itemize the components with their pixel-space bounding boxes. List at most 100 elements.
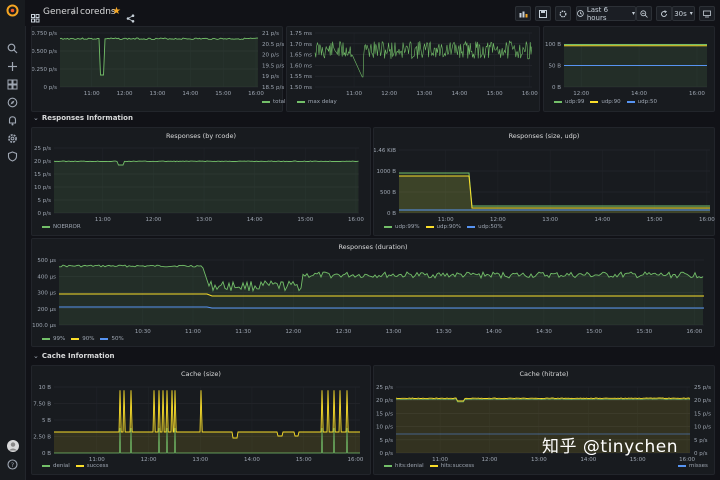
save-dashboard-button[interactable] [535, 6, 551, 21]
y-tick-label: 0 B [552, 85, 561, 91]
x-tick-label: 10:30 [135, 329, 151, 335]
panel-top-mid[interactable]: 1.50 ms 1.55 ms 1.60 ms 1.65 ms 1.70 ms 1.75 … [286, 26, 540, 112]
legend-item-p50[interactable]: 50% [100, 336, 124, 342]
search-icon[interactable] [6, 42, 19, 55]
top-bar: General / coredns ★ Last 6 hours ▾ 30s ▾ [25, 0, 720, 26]
x-tick-label: 12:00 [573, 91, 589, 97]
y-tick-label-right: 10 p/s [694, 425, 711, 431]
legend-item-udp50[interactable]: udp:50 [626, 99, 657, 105]
panel-cache-hitrate[interactable]: Cache (hitrate) 0 p/s 5 p/s 10 p/s 15 p/s 20… [373, 365, 715, 475]
chevron-down-icon: ▾ [689, 10, 693, 17]
y-tick-label: 0 p/s [380, 451, 394, 457]
x-tick-label: 11:30 [235, 329, 251, 335]
star-icon[interactable]: ★ [112, 6, 121, 17]
x-tick-label: 15:00 [647, 217, 663, 223]
plus-icon[interactable] [6, 60, 19, 73]
y-tick-label: 20 p/s [376, 398, 393, 404]
legend-item-max-delay[interactable]: max delay [297, 99, 337, 105]
x-tick-label: 14:00 [594, 217, 610, 223]
settings-button[interactable] [555, 6, 571, 21]
y-tick-label: 0 p/s [38, 211, 52, 217]
x-tick-label: 16:00 [348, 217, 364, 223]
avatar-icon[interactable] [6, 439, 19, 452]
y-tick-label: 2.50 B [33, 435, 51, 441]
chart-responses-duration: 100.0 µs 200 µs 300 µs 400 µs 500 µs 10:30 11:… [32, 258, 704, 335]
shield-icon[interactable] [6, 150, 19, 163]
y-tick-label-right: 19.5 p/s [262, 63, 284, 69]
tv-mode-button[interactable] [699, 6, 715, 21]
y-tick-label: 5 p/s [38, 198, 52, 204]
svg-text:?: ? [11, 461, 14, 469]
y-tick-label-right: 15 p/s [694, 411, 711, 417]
x-tick-label: 13:00 [149, 91, 165, 97]
gear-icon[interactable] [6, 132, 19, 145]
legend-item-total[interactable]: total [262, 99, 286, 105]
monitor-icon [703, 10, 711, 17]
panel-top-left[interactable]: 0 p/s 0.250 p/s 0.500 p/s 0.750 p/s 18.5 p/s… [31, 26, 286, 112]
x-tick-label: 15:00 [586, 329, 602, 335]
panel-top-right[interactable]: 0 B 50 B 100 B 12:00 14:00 16:00 udp:99 udp:9… [543, 26, 715, 112]
legend-responses-by-rcode: NOERROR [42, 224, 81, 230]
y-tick-label: 500 µs [37, 258, 56, 264]
time-range-label: Last 6 hours [586, 5, 609, 22]
legend-item-hits-success[interactable]: hits:success [429, 463, 474, 469]
legend-item-success[interactable]: success [75, 463, 108, 469]
help-icon[interactable]: ? [6, 458, 19, 471]
save-icon [539, 9, 547, 18]
panel-responses-size[interactable]: Responses (size, udp) 0 B 500 B 1000 B 1.46… [373, 127, 715, 236]
y-tick-label: 25 p/s [376, 385, 393, 391]
breadcrumb-dashboard[interactable]: coredns [80, 7, 116, 17]
add-panel-icon [519, 11, 527, 17]
chevron-down-icon: ⌄ [33, 352, 39, 360]
add-panel-button[interactable] [515, 6, 531, 21]
legend-item-udp99[interactable]: udp:99 [554, 99, 584, 105]
refresh-button[interactable] [656, 6, 672, 21]
x-tick-label: 13:00 [192, 457, 208, 463]
y-tick-label-right: 19 p/s [262, 74, 279, 80]
legend-top-right: udp:99 udp:90 udp:50 [554, 99, 657, 105]
legend-item-misses[interactable]: misses [678, 463, 708, 469]
chart-responses-size: 0 B 500 B 1000 B 1.46 KiB 11:00 12:00 13:00 14:… [374, 148, 715, 223]
legend-item-udp90pct[interactable]: udp:90% [425, 224, 461, 230]
legend-item-denial[interactable]: denial [42, 463, 70, 469]
x-tick-label: 13:00 [542, 217, 558, 223]
legend-item-noerror[interactable]: NOERROR [42, 224, 81, 230]
y-tick-label: 200 µs [37, 307, 56, 313]
legend-cache-hitrate-right: misses [678, 463, 708, 469]
refresh-interval-picker[interactable]: 30s ▾ [672, 6, 695, 21]
series-success-area [54, 390, 360, 453]
legend-item-p90[interactable]: 90% [71, 336, 94, 342]
x-tick-label: 12:30 [335, 329, 351, 335]
dashboards-icon[interactable] [6, 78, 19, 91]
x-tick-label: 13:00 [386, 329, 402, 335]
legend-cache-hitrate: hits:denial hits:success [384, 463, 474, 469]
legend-item-hits-denial[interactable]: hits:denial [384, 463, 424, 469]
panel-responses-duration[interactable]: Responses (duration) 100.0 µs 200 µs 300 µ… [31, 238, 715, 347]
series-total-area [60, 38, 258, 87]
y-tick-label: 50 B [548, 64, 561, 70]
legend-item-udp50pct[interactable]: udp:50% [467, 224, 503, 230]
y-tick-label-right: 20.5 p/s [262, 42, 284, 48]
explore-icon[interactable] [6, 96, 19, 109]
time-range-picker[interactable]: Last 6 hours ▾ [576, 5, 636, 22]
row-responses-information[interactable]: ⌄ Responses Information [33, 114, 133, 122]
share-icon[interactable] [126, 8, 135, 27]
x-tick-label: 14:00 [182, 91, 198, 97]
x-tick-label: 12:00 [482, 457, 498, 463]
dashboards-grid-icon[interactable] [31, 8, 40, 27]
chart-responses-by-rcode: 0 p/s 5 p/s 10 p/s 15 p/s 20 p/s 25 p/s 11:00 1… [34, 146, 364, 223]
legend-item-udp99pct[interactable]: udp:99% [384, 224, 420, 230]
chart-top-left: 0 p/s 0.250 p/s 0.500 p/s 0.750 p/s 18.5 p/s… [32, 31, 284, 97]
legend-responses-size: udp:99% udp:90% udp:50% [384, 224, 503, 230]
zoom-out-button[interactable] [636, 6, 652, 21]
legend-item-p99[interactable]: 99% [42, 336, 65, 342]
panel-responses-by-rcode[interactable]: Responses (by rcode) 0 p/s 5 p/s 10 p/s 15 … [31, 127, 371, 236]
y-tick-label: 1.65 ms [290, 53, 312, 59]
grafana-logo-icon[interactable] [6, 4, 19, 17]
alerting-icon[interactable] [6, 114, 19, 127]
chart-cache-size: 0 B2.50 B5 B7.50 B10 B11:00 12:00 13:00 14:… [33, 385, 364, 463]
panel-cache-size[interactable]: Cache (size) 0 B 2.50 B5 B 7.50 B 10 B 11:00… [31, 365, 371, 475]
legend-item-udp90[interactable]: udp:90 [590, 99, 621, 105]
row-cache-information[interactable]: ⌄ Cache Information [33, 352, 115, 360]
watermark-text: 知乎 @tinychen [542, 437, 678, 457]
